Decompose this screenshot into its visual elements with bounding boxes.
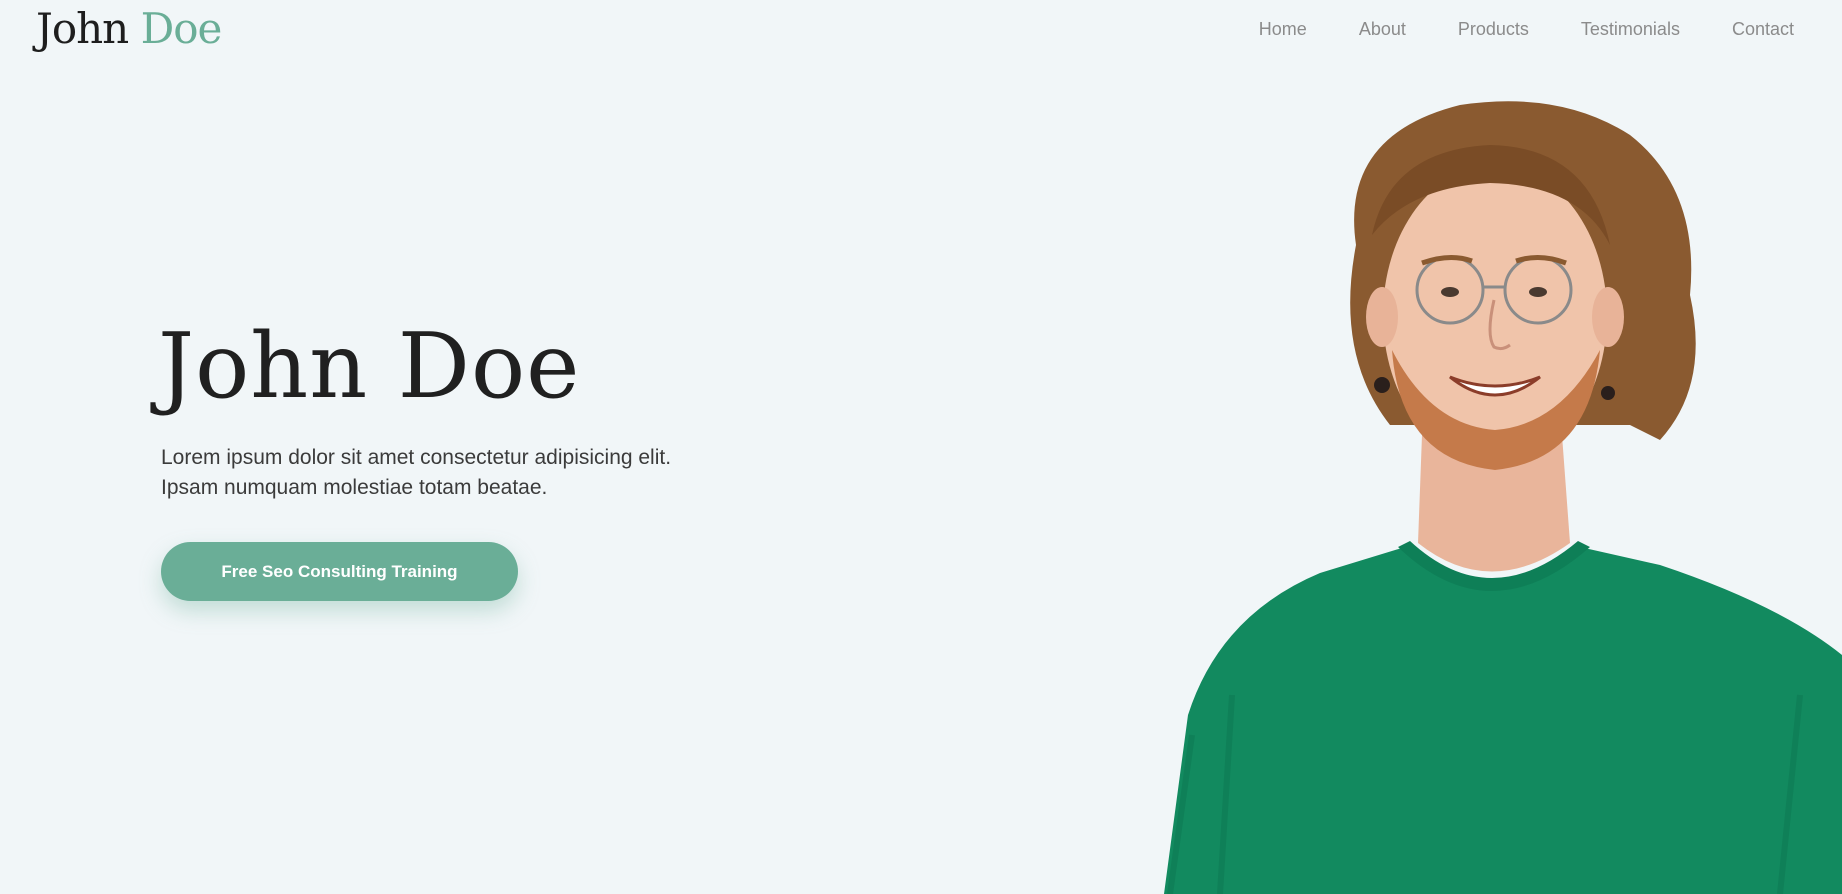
hero-description: Lorem ipsum dolor sit amet consectetur a… [161, 446, 672, 499]
logo-first-name: John [36, 4, 129, 53]
site-logo[interactable]: John Doe [36, 4, 223, 53]
hero-portrait-image [1164, 101, 1842, 894]
logo-last-name: Doe [140, 4, 223, 53]
nav-home-link[interactable]: Home [1259, 19, 1307, 40]
nav-about-link[interactable]: About [1359, 19, 1406, 40]
nav-contact-link[interactable]: Contact [1732, 19, 1794, 40]
nav-products-link[interactable]: Products [1458, 19, 1529, 40]
hero-title: John Doe [158, 314, 581, 419]
nav-testimonials-link[interactable]: Testimonials [1581, 19, 1680, 40]
main-nav: Home About Products Testimonials Contact [1259, 19, 1794, 40]
free-seo-training-button[interactable]: Free Seo Consulting Training [161, 542, 518, 601]
